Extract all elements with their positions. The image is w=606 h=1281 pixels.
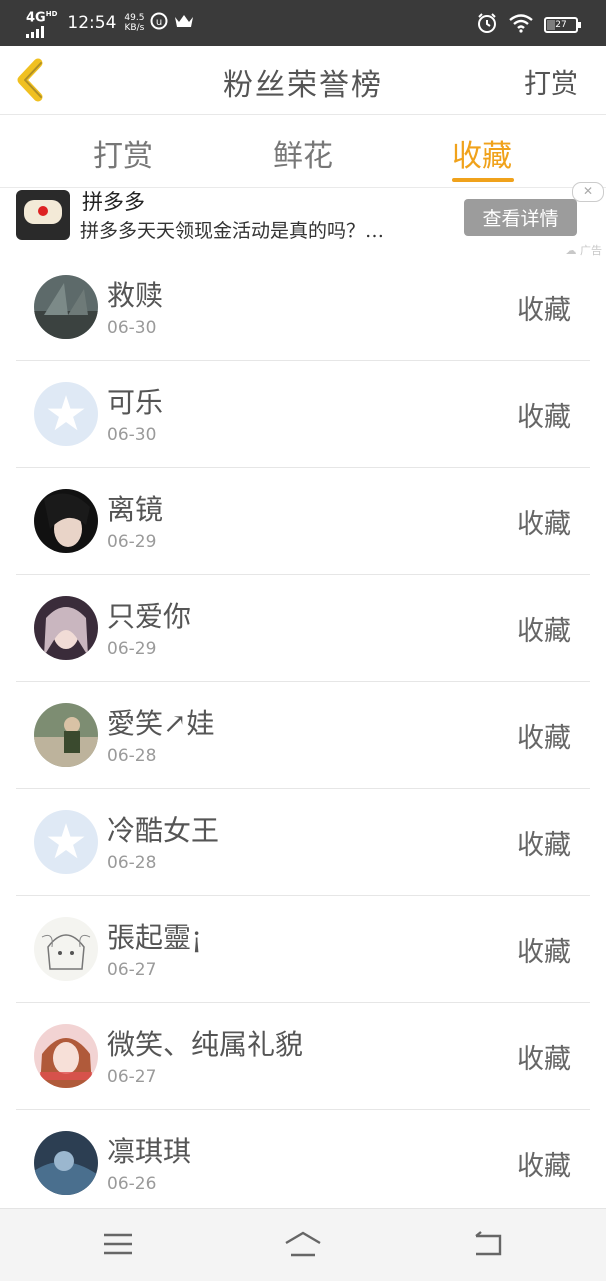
- tab-flowers[interactable]: 鲜花: [273, 131, 333, 175]
- star-icon: ★: [44, 814, 88, 870]
- fan-date: 06-27: [107, 1067, 157, 1087]
- list-item[interactable]: 張起靈¡ 06-27 收藏: [16, 896, 590, 1003]
- fan-name: 愛笑↗娃: [107, 707, 215, 740]
- tab-reward[interactable]: 打赏: [93, 131, 153, 175]
- fan-date: 06-30: [107, 425, 157, 445]
- fan-name: 冷酷女王: [107, 814, 220, 847]
- fan-action: 收藏: [517, 616, 571, 647]
- tab-favorites[interactable]: 收藏: [452, 131, 512, 175]
- network-indicator: 4GHD: [26, 8, 58, 38]
- list-item[interactable]: 凛琪琪 06-26 收藏: [16, 1110, 590, 1217]
- avatar: [34, 275, 98, 339]
- fan-date: 06-30: [107, 318, 157, 338]
- menu-button[interactable]: [98, 1227, 138, 1261]
- fan-action: 收藏: [517, 402, 571, 433]
- home-button[interactable]: [283, 1227, 323, 1261]
- app-icon: u: [150, 12, 168, 34]
- list-item[interactable]: 救赎 06-30 收藏: [16, 254, 590, 361]
- ad-title: 拼多多: [82, 190, 145, 214]
- wifi-icon: [508, 13, 534, 37]
- list-item[interactable]: ★ 可乐 06-30 收藏: [16, 361, 590, 468]
- fan-date: 06-28: [107, 746, 157, 766]
- fan-date: 06-28: [107, 853, 157, 873]
- net-speed: 49.5 KB/s: [124, 13, 144, 33]
- crown-icon: [174, 13, 194, 33]
- fan-date: 06-29: [107, 532, 157, 552]
- fan-action: 收藏: [517, 723, 571, 754]
- fan-name: 救赎: [107, 279, 164, 312]
- avatar: ★: [34, 810, 98, 874]
- fan-name: 微笑、纯属礼貌: [107, 1028, 304, 1061]
- back-icon: [475, 1231, 502, 1256]
- home-icon: [285, 1231, 321, 1257]
- close-icon: ✕: [582, 184, 594, 198]
- page-title: 粉丝荣誉榜: [223, 68, 383, 103]
- signal-icon: [26, 25, 57, 38]
- fan-list: 救赎 06-30 收藏 ★ 可乐 06-30 收藏 离镜 06-29 收藏 只爱…: [0, 254, 606, 1217]
- fan-date: 06-26: [107, 1174, 157, 1194]
- list-item[interactable]: ★ 冷酷女王 06-28 收藏: [16, 789, 590, 896]
- fan-action: 收藏: [517, 830, 571, 861]
- list-item[interactable]: 只爱你 06-29 收藏: [16, 575, 590, 682]
- menu-icon: [104, 1233, 132, 1255]
- fan-date: 06-27: [107, 960, 157, 980]
- fan-action: 收藏: [517, 509, 571, 540]
- svg-text:u: u: [156, 17, 162, 28]
- list-item[interactable]: 微笑、纯属礼貌 06-27 收藏: [16, 1003, 590, 1110]
- fan-action: 收藏: [517, 937, 571, 968]
- avatar: ★: [34, 382, 98, 446]
- active-tab-indicator: [452, 178, 514, 182]
- fan-action: 收藏: [517, 295, 571, 326]
- system-nav-bar: [0, 1208, 606, 1281]
- network-sup: HD: [45, 10, 58, 19]
- status-bar: 4GHD 12:54 49.5 KB/s u 27: [0, 0, 606, 46]
- avatar: [34, 703, 98, 767]
- network-type: 4G: [26, 10, 46, 26]
- ad-thumbnail: [16, 190, 70, 240]
- fan-name: 离镜: [107, 493, 164, 526]
- alarm-icon: [476, 12, 498, 38]
- tab-bar: 打赏 鲜花 收藏: [0, 115, 606, 188]
- back-nav-button[interactable]: [468, 1227, 508, 1261]
- view-details-button[interactable]: 查看详情: [464, 199, 577, 236]
- ad-close-button[interactable]: ✕: [572, 182, 604, 202]
- fan-name: 可乐: [107, 386, 164, 419]
- list-item[interactable]: 离镜 06-29 收藏: [16, 468, 590, 575]
- net-speed-value: 49.5: [124, 13, 145, 23]
- fan-action: 收藏: [517, 1044, 571, 1075]
- avatar: [34, 489, 98, 553]
- avatar: [34, 596, 98, 660]
- fan-name: 張起靈¡: [107, 921, 203, 954]
- status-right: 27: [476, 12, 581, 38]
- fan-name: 只爱你: [107, 600, 192, 633]
- avatar: [34, 1024, 98, 1088]
- reward-button[interactable]: 打赏: [524, 62, 578, 101]
- ad-banner[interactable]: 拼多多 拼多多天天领现金活动是真的吗？… 查看详情 ✕ ☁ 广告: [0, 182, 606, 260]
- fan-name: 凛琪琪: [107, 1135, 192, 1168]
- fan-date: 06-29: [107, 639, 157, 659]
- avatar: [34, 1131, 98, 1195]
- clock: 12:54: [67, 13, 117, 33]
- avatar: [34, 917, 98, 981]
- fan-action: 收藏: [517, 1151, 571, 1182]
- net-speed-unit: KB/s: [124, 23, 145, 33]
- status-left: 4GHD 12:54 49.5 KB/s u: [26, 8, 194, 38]
- battery-icon: 27: [544, 17, 581, 33]
- list-item[interactable]: 愛笑↗娃 06-28 收藏: [16, 682, 590, 789]
- ad-description: 拼多多天天领现金活动是真的吗？…: [80, 220, 385, 242]
- star-icon: ★: [44, 386, 88, 442]
- battery-level: 27: [555, 20, 567, 30]
- title-bar: 粉丝荣誉榜 打赏: [0, 46, 606, 115]
